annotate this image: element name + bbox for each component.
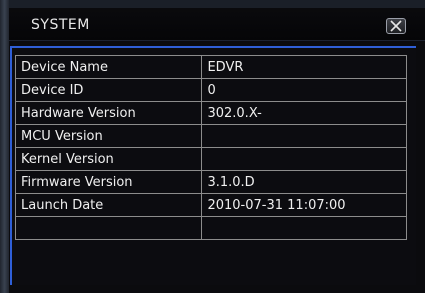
row-label: Launch Date [14, 193, 203, 217]
system-info-table: Device Name EDVR Device ID 0 Hardware Ve… [14, 55, 407, 240]
row-value: 302.0.X- [201, 101, 407, 125]
table-row [14, 216, 407, 240]
table-row: Firmware Version 3.1.0.D [14, 170, 407, 194]
table-row: Launch Date 2010-07-31 11:07:00 [14, 193, 407, 217]
row-label [14, 216, 203, 240]
row-value: EDVR [201, 55, 407, 79]
close-button[interactable] [386, 18, 406, 34]
table-row: Device ID 0 [14, 78, 407, 102]
row-label: MCU Version [14, 124, 203, 148]
row-value: 2010-07-31 11:07:00 [201, 193, 407, 217]
top-strip [0, 0, 425, 8]
row-value [201, 124, 407, 148]
left-rail [0, 0, 9, 293]
table-row: Hardware Version 302.0.X- [14, 101, 407, 125]
row-value: 3.1.0.D [201, 170, 407, 194]
row-value [201, 147, 407, 171]
row-value [201, 216, 407, 240]
table-row: Device Name EDVR [14, 55, 407, 79]
titlebar: SYSTEM [9, 8, 425, 41]
row-label: Firmware Version [14, 170, 203, 194]
window-title: SYSTEM [31, 17, 90, 33]
row-label: Hardware Version [14, 101, 203, 125]
table-row: MCU Version [14, 124, 407, 148]
row-value: 0 [201, 78, 407, 102]
row-label: Kernel Version [14, 147, 203, 171]
table-row: Kernel Version [14, 147, 407, 171]
close-icon [390, 20, 402, 32]
row-label: Device ID [14, 78, 203, 102]
row-label: Device Name [14, 55, 203, 79]
